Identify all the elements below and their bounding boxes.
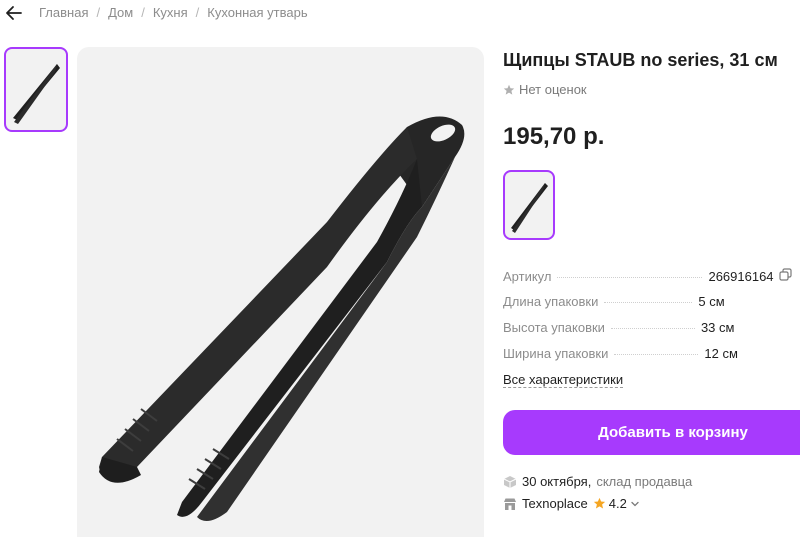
spec-dots (614, 354, 699, 355)
breadcrumb-separator: / (141, 5, 145, 20)
tongs-variant-image (511, 183, 548, 233)
rating-text: Нет оценок (519, 82, 587, 97)
seller-rating-value: 4.2 (608, 496, 627, 511)
spec-value: 33 см (700, 320, 735, 335)
spec-value: 5 см (698, 294, 725, 309)
spec-row-width: Ширина упаковки 12 см (503, 346, 800, 372)
star-icon (503, 84, 515, 95)
delivery-date: 30 октября, (522, 474, 592, 489)
product-rating[interactable]: Нет оценок (503, 82, 587, 97)
seller-name[interactable]: Texnoplace (522, 496, 588, 511)
back-arrow-icon[interactable] (4, 3, 24, 23)
spec-label: Артикул (503, 269, 552, 284)
seller-rating[interactable]: 4.2 (593, 496, 640, 511)
spec-row-height: Высота упаковки 33 см (503, 320, 800, 346)
delivery-source: склад продавца (596, 474, 693, 489)
breadcrumb-separator: / (195, 5, 200, 20)
spec-label: Высота упаковки (503, 320, 605, 335)
copy-icon[interactable] (778, 268, 792, 281)
tongs-product-image (99, 116, 465, 521)
spec-value: 266916164 (708, 269, 774, 284)
spec-label: Ширина упаковки (503, 346, 609, 361)
product-main-image[interactable] (77, 47, 484, 537)
spec-row-article: Артикул 266916164 (503, 268, 800, 294)
breadcrumb-item-home-goods[interactable]: Дом (108, 5, 133, 20)
delivery-info: 30 октября, склад продавца (503, 474, 692, 489)
spec-dots (610, 328, 695, 329)
box-icon (503, 475, 517, 488)
spec-label: Длина упаковки (503, 294, 599, 309)
shop-icon (504, 498, 516, 510)
tongs-thumbnail-image (13, 63, 60, 124)
breadcrumb-item-kitchen[interactable]: Кухня (153, 5, 188, 20)
product-title: Щипцы STAUB no series, 31 см (503, 50, 778, 70)
breadcrumb: Главная / Дом / Кухня / Кухонная утварь (39, 5, 308, 20)
breadcrumb-separator: / (96, 5, 101, 20)
spec-dots (557, 277, 703, 278)
spec-row-length: Длина упаковки 5 см (503, 294, 800, 320)
seller-info: Texnoplace 4.2 (503, 496, 640, 511)
spec-dots (604, 302, 693, 303)
specs-list: Артикул 266916164 Длина упаковки 5 см Вы… (503, 268, 800, 372)
breadcrumb-item-home[interactable]: Главная (39, 5, 88, 20)
star-icon (593, 497, 605, 509)
add-to-cart-button[interactable]: Добавить в корзину (503, 410, 800, 455)
spec-value: 12 см (704, 346, 738, 361)
chevron-down-icon (631, 501, 639, 506)
variant-thumbnail[interactable] (503, 170, 555, 240)
gallery-thumbnail[interactable] (4, 47, 68, 132)
breadcrumb-item-kitchenware[interactable]: Кухонная утварь (207, 5, 307, 20)
product-price: 195,70 р. (503, 123, 605, 150)
all-specs-link[interactable]: Все характеристики (503, 372, 624, 388)
